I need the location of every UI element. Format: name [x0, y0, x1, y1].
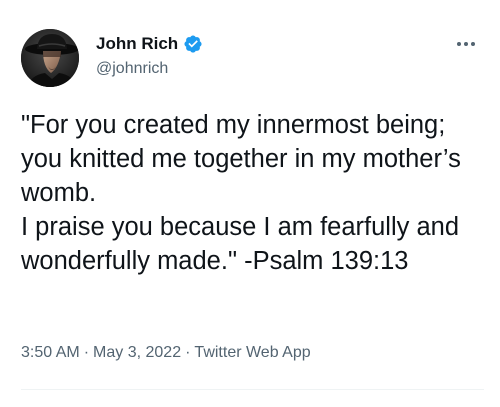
author-handle[interactable]: @johnrich — [96, 59, 168, 79]
verified-badge-icon — [183, 34, 203, 54]
author-avatar[interactable] — [21, 29, 79, 87]
author-display-name[interactable]: John Rich — [96, 34, 178, 54]
author-name-row: John Rich — [96, 34, 203, 54]
tweet-source: Twitter Web App — [194, 344, 311, 361]
meta-separator: · — [83, 344, 90, 361]
divider — [21, 389, 484, 390]
more-options-button[interactable] — [452, 34, 480, 54]
tweet-time[interactable]: 3:50 AM — [21, 344, 80, 361]
tweet-text: "For you created my innermost being; you… — [21, 111, 461, 275]
more-horizontal-icon — [457, 42, 475, 46]
tweet-card: John Rich @johnrich "For you created my … — [0, 0, 500, 407]
meta-separator: · — [185, 344, 191, 361]
avatar-photo-icon — [21, 29, 79, 87]
tweet-date[interactable]: May 3, 2022 — [93, 344, 181, 361]
tweet-metadata: 3:50 AM · May 3, 2022 · Twitter Web App — [21, 343, 311, 363]
